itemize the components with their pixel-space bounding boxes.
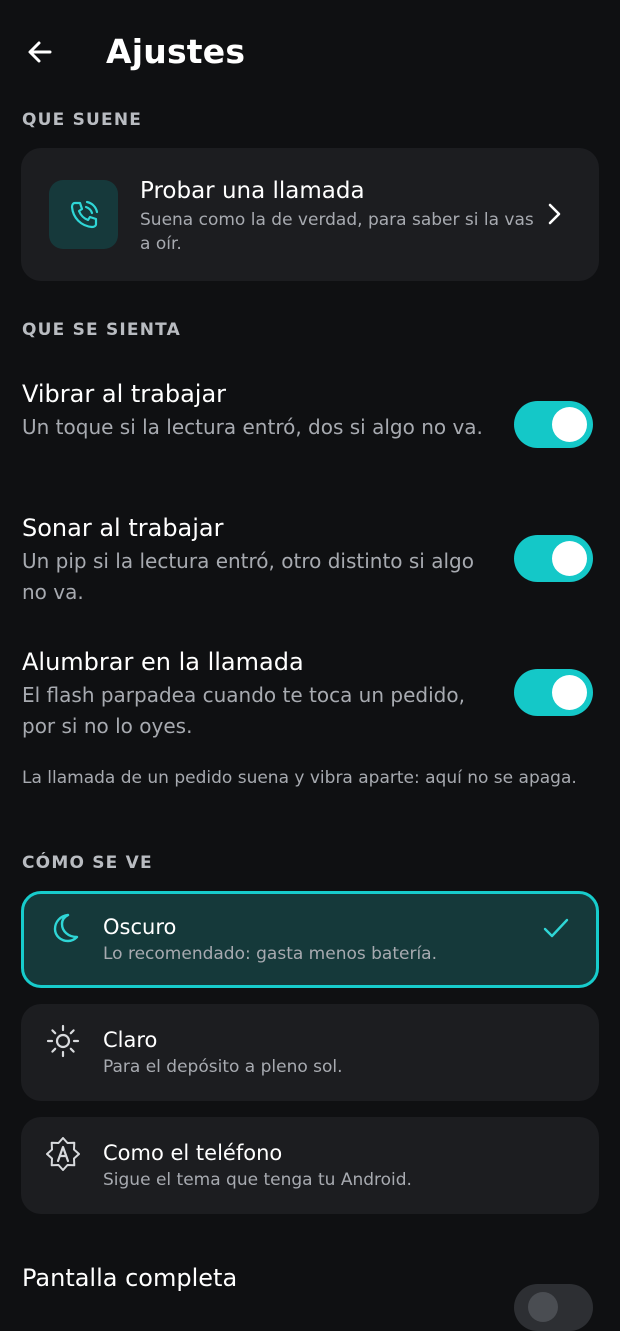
flash-toggle[interactable] bbox=[514, 669, 593, 716]
fullscreen-title: Pantalla completa bbox=[22, 1264, 238, 1292]
theme-system-title: Como el teléfono bbox=[103, 1141, 283, 1165]
sun-icon bbox=[46, 1024, 80, 1058]
section-header-look: CÓMO SE VE bbox=[22, 853, 153, 873]
test-call-icon-box bbox=[49, 180, 118, 249]
vibrate-subtitle: Un toque si la lectura entró, dos si alg… bbox=[22, 415, 483, 439]
chevron-right-icon bbox=[548, 203, 561, 225]
theme-dark-subtitle: Lo recomendado: gasta menos batería. bbox=[103, 944, 437, 964]
test-call-subtitle: Suena como la de verdad, para saber si l… bbox=[140, 210, 534, 254]
arrow-left-icon bbox=[28, 41, 52, 63]
sound-subtitle: Un pip si la lectura entró, otro distint… bbox=[22, 549, 474, 604]
auto-theme-icon bbox=[46, 1137, 80, 1171]
toggle-knob bbox=[528, 1292, 558, 1322]
toggle-knob bbox=[552, 541, 587, 576]
test-call-title: Probar una llamada bbox=[140, 178, 365, 204]
vibrate-toggle[interactable] bbox=[514, 401, 593, 448]
toggle-knob bbox=[552, 407, 587, 442]
moon-icon bbox=[53, 913, 79, 943]
back-button[interactable] bbox=[22, 34, 58, 70]
section-header-sound: QUE SUENE bbox=[22, 110, 143, 130]
sound-toggle[interactable] bbox=[514, 535, 593, 582]
check-icon bbox=[543, 918, 569, 938]
sound-title: Sonar al trabajar bbox=[22, 514, 224, 542]
phone-ringing-icon bbox=[70, 200, 98, 228]
flash-subtitle: El flash parpadea cuando te toca un pedi… bbox=[22, 683, 465, 738]
theme-dark-title: Oscuro bbox=[103, 915, 177, 939]
call-note: La llamada de un pedido suena y vibra ap… bbox=[22, 768, 577, 788]
vibrate-title: Vibrar al trabajar bbox=[22, 380, 227, 408]
page-title: Ajustes bbox=[106, 32, 246, 71]
theme-light-title: Claro bbox=[103, 1028, 158, 1052]
section-header-feel: QUE SE SIENTA bbox=[22, 320, 182, 340]
toggle-knob bbox=[552, 675, 587, 710]
theme-light-subtitle: Para el depósito a pleno sol. bbox=[103, 1057, 343, 1077]
theme-system-subtitle: Sigue el tema que tenga tu Android. bbox=[103, 1170, 412, 1190]
flash-title: Alumbrar en la llamada bbox=[22, 648, 304, 676]
fullscreen-toggle[interactable] bbox=[514, 1284, 593, 1331]
